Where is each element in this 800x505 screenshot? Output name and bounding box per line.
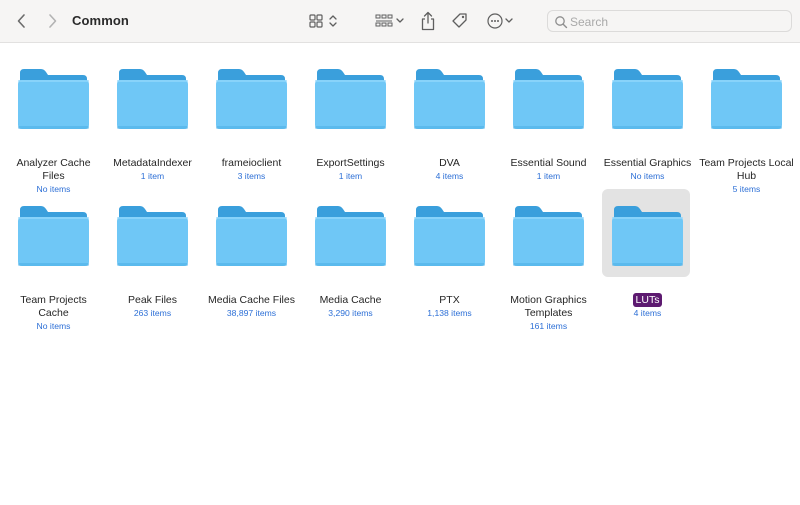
folder-icon (18, 206, 89, 266)
folder-label: Team Projects Cache No items (4, 294, 103, 332)
folder-name: Analyzer Cache Files (16, 157, 91, 182)
folder-name: Media Cache (319, 294, 382, 306)
folder-icon (711, 69, 782, 129)
folder-icon (18, 69, 89, 129)
folder-icon (315, 206, 386, 266)
folder-grid: Analyzer Cache Files No items MetadataInde… (0, 43, 800, 505)
ellipsis-circle-icon (487, 13, 513, 29)
folder-name: frameioclient (221, 157, 282, 169)
view-mode-button[interactable] (306, 11, 342, 31)
folder-item-count: No items (36, 321, 71, 331)
grid-view-icon (309, 14, 337, 28)
folder-name: Media Cache Files (208, 294, 295, 306)
folder-icon (612, 206, 683, 266)
folder-icon (513, 206, 584, 266)
finder-window: Common Search Analyzer Cache Files No it… (0, 0, 800, 505)
folder-name: Peak Files (127, 294, 178, 306)
folder-label: frameioclient 3 items (202, 157, 301, 182)
folder-name: LUTs (632, 293, 663, 307)
folder-label: Motion Graphics Templates 161 items (499, 294, 598, 332)
folder-label: Essential Sound 1 item (499, 157, 598, 182)
search-input[interactable] (570, 13, 785, 30)
folder-icon (315, 69, 386, 129)
tag-icon (452, 13, 467, 28)
folder-name: Team Projects Local Hub (699, 157, 794, 182)
group-by-icon (375, 14, 404, 27)
folder-label: Media Cache Files 38,897 items (202, 294, 301, 319)
folder-item-count: 3,290 items (328, 308, 373, 318)
folder-item-count: 1,138 items (427, 308, 472, 318)
folder-label: Team Projects Local Hub 5 items (697, 157, 796, 195)
folder-icon (117, 206, 188, 266)
share-icon (421, 11, 435, 31)
search-field[interactable] (547, 10, 792, 32)
folder-label: Media Cache 3,290 items (301, 294, 400, 319)
folder-item-count: 1 item (140, 171, 165, 181)
folder-name: Essential Sound (510, 157, 587, 169)
folder-item-count: 1 item (536, 171, 561, 181)
folder-name: Team Projects Cache (20, 294, 87, 319)
chevron-right-icon (49, 14, 57, 28)
back-button[interactable] (12, 11, 32, 31)
folder-label: MetadataIndexer 1 item (103, 157, 202, 182)
folder-name: Motion Graphics Templates (510, 294, 587, 319)
folder-label: DVA 4 items (400, 157, 499, 182)
search-icon (555, 16, 568, 29)
more-actions-button[interactable] (485, 11, 517, 31)
folder-icon (216, 206, 287, 266)
folder-label: LUTs 4 items (598, 293, 697, 319)
folder-icon (414, 206, 485, 266)
folder-item-count: 263 items (133, 308, 172, 318)
folder-item-count: 5 items (732, 184, 761, 194)
toolbar: Common (0, 0, 800, 43)
folder-item-count: 3 items (237, 171, 266, 181)
folder-icon (612, 69, 683, 129)
folder-name: Essential Graphics (603, 157, 692, 169)
share-button[interactable] (419, 10, 437, 32)
folder-label: Essential Graphics No items (598, 157, 697, 182)
folder-icon (216, 69, 287, 129)
folder-name: MetadataIndexer (113, 157, 192, 169)
tag-button[interactable] (450, 10, 470, 32)
folder-icon (414, 69, 485, 129)
forward-button[interactable] (42, 11, 62, 31)
window-title: Common (72, 13, 129, 28)
group-by-button[interactable] (372, 11, 408, 31)
folder-label: PTX 1,138 items (400, 294, 499, 319)
folder-item-count: 4 items (435, 171, 464, 181)
folder-label: Peak Files 263 items (103, 294, 202, 319)
folder-name: PTX (439, 294, 460, 306)
folder-icon (513, 69, 584, 129)
folder-name: ExportSettings (316, 157, 385, 169)
folder-item-count: 161 items (529, 321, 568, 331)
folder-name: DVA (439, 157, 460, 169)
folder-item-count: 38,897 items (226, 308, 277, 318)
chevron-left-icon (17, 14, 25, 28)
folder-item-count: 4 items (633, 308, 662, 318)
folder-label: ExportSettings 1 item (301, 157, 400, 182)
folder-icon (117, 69, 188, 129)
folder-item-count: 1 item (338, 171, 363, 181)
folder-item-count: No items (630, 171, 665, 181)
